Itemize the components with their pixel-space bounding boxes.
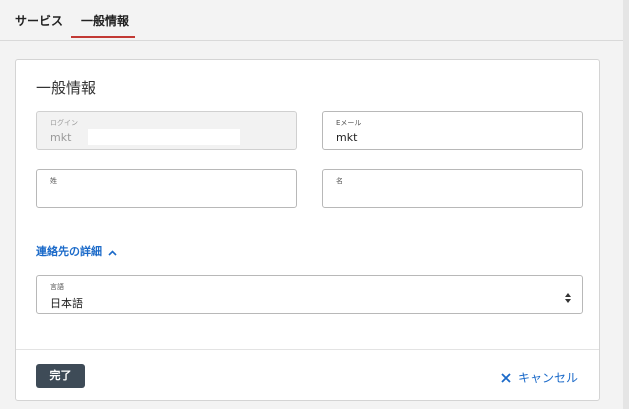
general-info-card: 一般情報 ログイン mkt Eメール mkt 姓 名 連絡先の詳細 言語 日本語… [15,59,600,401]
language-value[interactable]: 日本語 [50,295,83,311]
close-icon [501,372,511,386]
first-name-label: 名 [336,177,343,185]
cancel-label: キャンセル [518,371,579,385]
section-title: 一般情報 [36,79,97,97]
language-select[interactable]: 言語 日本語 [36,275,583,314]
tab-general-info[interactable]: 一般情報 [81,12,129,29]
contact-details-toggle[interactable]: 連絡先の詳細 [36,243,117,259]
last-name-field[interactable]: 姓 [36,169,297,208]
last-name-label: 姓 [50,177,57,185]
login-label: ログイン [50,119,78,127]
redacted-mask [88,129,240,145]
done-button[interactable]: 完了 [36,364,85,388]
chevron-up-icon [108,246,117,259]
login-value: mkt [50,131,72,144]
login-field: ログイン mkt [36,111,297,150]
cancel-button[interactable]: キャンセル [501,369,578,386]
active-tab-indicator [71,36,135,38]
email-field[interactable]: Eメール mkt [322,111,583,150]
contact-details-label: 連絡先の詳細 [36,245,102,258]
sort-icon [564,289,572,303]
language-label: 言語 [50,283,64,291]
footer-divider [16,349,599,350]
email-value[interactable]: mkt [336,131,357,144]
first-name-field[interactable]: 名 [322,169,583,208]
tab-services[interactable]: サービス [15,12,63,29]
tab-bar: サービス 一般情報 [0,0,629,41]
email-label: Eメール [336,119,362,127]
scrollbar[interactable] [623,0,629,409]
